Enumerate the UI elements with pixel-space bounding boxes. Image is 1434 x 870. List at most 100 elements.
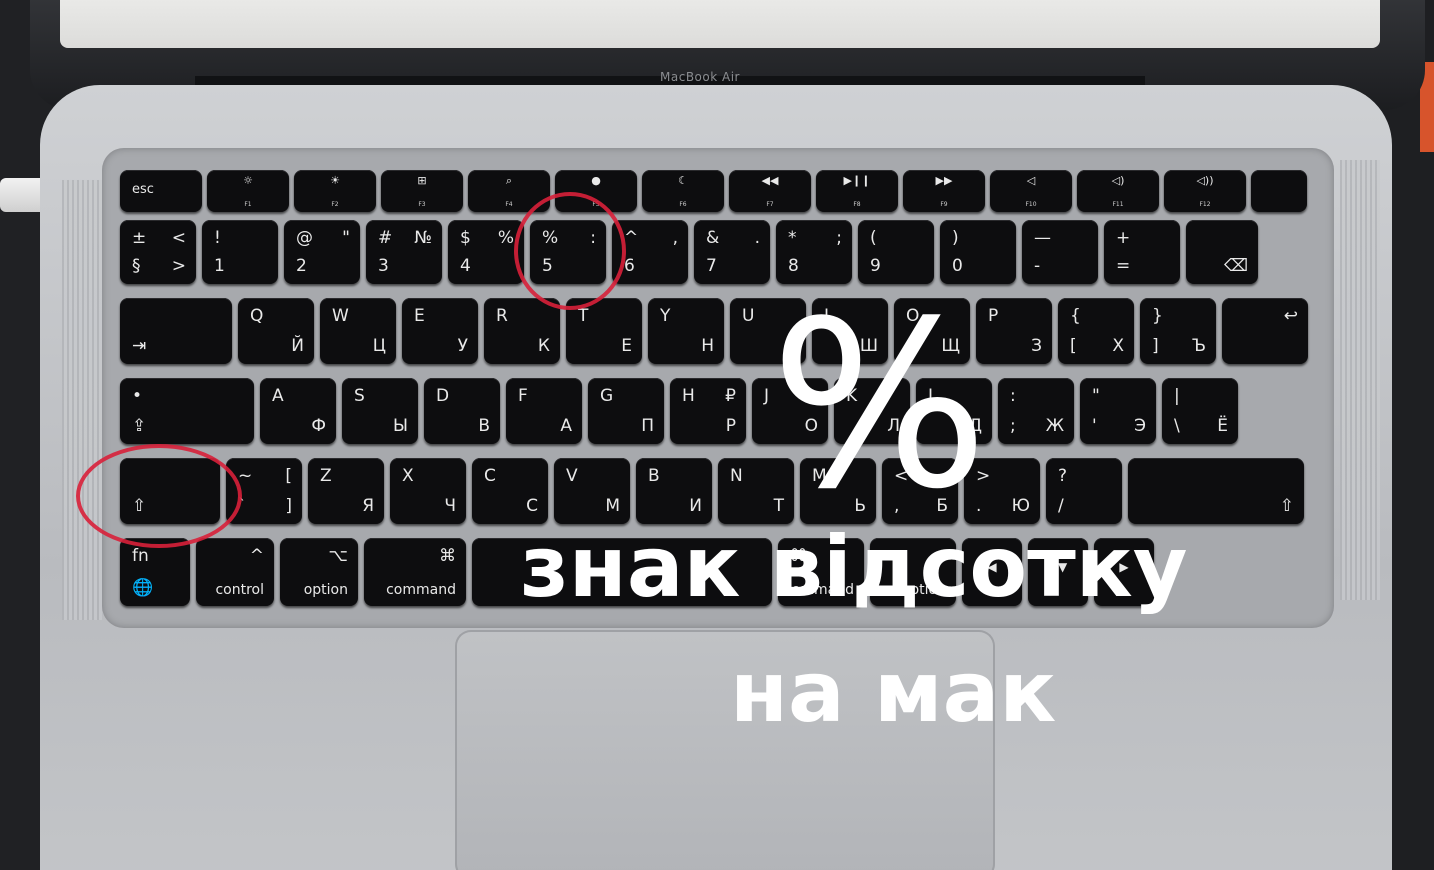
function-key-label: F2 bbox=[331, 201, 339, 208]
key-legend-tl: " bbox=[1092, 386, 1100, 406]
qwerty-row-key-2: WЦ bbox=[320, 298, 396, 364]
laptop-screen bbox=[60, 0, 1380, 48]
key-legend-tl: • bbox=[132, 386, 143, 406]
fn-row-key-8: ▶❙❙ F8 bbox=[816, 170, 898, 212]
fn-row-key-6: ☾ F6 bbox=[642, 170, 724, 212]
speaker-grille-right bbox=[1340, 160, 1380, 600]
percent-symbol: % bbox=[770, 273, 989, 540]
key-legend-tr: № bbox=[414, 228, 432, 248]
number-row-key-7: & 7. bbox=[694, 220, 770, 284]
key-legend-bl: = bbox=[1116, 256, 1131, 276]
bottom-row-key-2: ⌥ option bbox=[280, 538, 358, 606]
key-legend-br: С bbox=[526, 496, 538, 516]
key-legend-tr: , bbox=[672, 228, 678, 248]
home-row-key-11: " ' Э bbox=[1080, 378, 1156, 444]
function-key-label: F8 bbox=[853, 201, 861, 208]
function-key-icon: ☀ bbox=[330, 174, 340, 187]
home-row-key-10: :; Ж bbox=[998, 378, 1074, 444]
key-legend-tl: W bbox=[332, 306, 349, 326]
function-key-label: F9 bbox=[940, 201, 948, 208]
shift-row-key-2: ZЯ bbox=[308, 458, 384, 524]
fn-row-key-2: ☀ F2 bbox=[294, 170, 376, 212]
key-legend-tl: ! bbox=[214, 228, 221, 248]
key-legend-br: Ч bbox=[444, 496, 456, 516]
key-legend-tr: ↩ bbox=[1283, 306, 1298, 326]
key-legend-bl: / bbox=[1058, 496, 1064, 516]
key-legend-br: Ы bbox=[393, 416, 408, 436]
key-legend-tl: ^ bbox=[624, 228, 639, 248]
key-legend-tl: fn bbox=[132, 546, 149, 566]
number-row-key-13: ⌫ bbox=[1186, 220, 1258, 284]
key-legend-tl: } bbox=[1152, 306, 1163, 326]
key-legend-tl: V bbox=[566, 466, 578, 486]
home-row-key-4: FА bbox=[506, 378, 582, 444]
key-legend-bl: 6 bbox=[624, 256, 635, 276]
key-legend-tl: $ bbox=[460, 228, 471, 248]
key-legend-tl: C bbox=[484, 466, 496, 486]
key-legend-tl: D bbox=[436, 386, 450, 406]
qwerty-row-key-1: QЙ bbox=[238, 298, 314, 364]
key-legend-br: И bbox=[689, 496, 702, 516]
key-legend-tr: ₽ bbox=[725, 386, 736, 406]
key-legend-tl: @ bbox=[296, 228, 313, 248]
qwerty-row-key-12: }] Ъ bbox=[1140, 298, 1216, 364]
key-legend-br: Е bbox=[621, 336, 632, 356]
number-row-key-0: ± § < > bbox=[120, 220, 196, 284]
function-key-label: F12 bbox=[1199, 201, 1211, 208]
key-legend-tl: & bbox=[706, 228, 720, 248]
key-legend-br: П bbox=[641, 416, 654, 436]
key-legend-bl: ⇥ bbox=[132, 336, 147, 356]
key-legend-br: Р bbox=[725, 416, 736, 436]
key-legend-br: Я bbox=[362, 496, 374, 516]
qwerty-row-key-4: RК bbox=[484, 298, 560, 364]
bottom-row-key-3: ⌘ command bbox=[364, 538, 466, 606]
home-row-key-5: GП bbox=[588, 378, 664, 444]
qwerty-row-key-13: ↩ bbox=[1222, 298, 1308, 364]
fn-row-key-7: ◀◀ F7 bbox=[729, 170, 811, 212]
home-row-key-1: AФ bbox=[260, 378, 336, 444]
key-legend-tl: H bbox=[682, 386, 695, 406]
key-legend-br: Ъ bbox=[1191, 336, 1206, 356]
key-legend-br: Ц bbox=[372, 336, 386, 356]
key-legend-br: В bbox=[478, 416, 490, 436]
key-legend-tl: ) bbox=[952, 228, 959, 248]
key-legend-tr: ^ bbox=[249, 546, 264, 566]
key-legend-bl: 2 bbox=[296, 256, 307, 276]
function-key-label: F1 bbox=[244, 201, 252, 208]
key-legend-tr: . bbox=[754, 228, 760, 248]
fn-row-key-12: ◁)) F12 bbox=[1164, 170, 1246, 212]
fn-row-key-3: ⊞ F3 bbox=[381, 170, 463, 212]
function-key-icon: ◁ bbox=[1026, 174, 1036, 187]
shift-row-key-5: VМ bbox=[554, 458, 630, 524]
key-legend-tr: < bbox=[171, 228, 186, 248]
overlay-title-line2: на мак bbox=[730, 643, 1057, 741]
key-legend-tl: ~ bbox=[238, 466, 253, 486]
fn-row-key-13 bbox=[1251, 170, 1307, 212]
key-legend-tl: X bbox=[402, 466, 414, 486]
highlight-circle-5-key bbox=[514, 192, 626, 310]
brand-label: MacBook Air bbox=[660, 70, 740, 84]
fn-row-key-1: ☼ F1 bbox=[207, 170, 289, 212]
key-legend-br: М bbox=[605, 496, 620, 516]
key-legend-bl: \ bbox=[1174, 416, 1180, 436]
key-legend-bl: 1 bbox=[214, 256, 225, 276]
key-legend-br: Х bbox=[1112, 336, 1124, 356]
key-legend-tl: ? bbox=[1058, 466, 1068, 486]
highlight-circle-shift-key bbox=[76, 444, 242, 548]
number-row-key-3: #3 № bbox=[366, 220, 442, 284]
function-key-icon: ▶❙❙ bbox=[843, 174, 871, 187]
key-legend-bl: § bbox=[132, 256, 141, 276]
key-legend-tr: [ bbox=[285, 466, 292, 486]
key-legend-br: З bbox=[1031, 336, 1042, 356]
function-key-icon: ☼ bbox=[243, 174, 253, 187]
key-legend-br: control bbox=[215, 582, 264, 598]
key-legend-bl: 4 bbox=[460, 256, 471, 276]
key-legend-tl: S bbox=[354, 386, 365, 406]
key-legend-tl: R bbox=[496, 306, 508, 326]
key-legend-tl: # bbox=[378, 228, 393, 248]
function-key-icon: ◁) bbox=[1111, 174, 1125, 187]
number-row-key-12: + = bbox=[1104, 220, 1180, 284]
key-legend-tl: A bbox=[272, 386, 284, 406]
number-row-key-4: $4% bbox=[448, 220, 524, 284]
key-legend-br: К bbox=[537, 336, 550, 356]
